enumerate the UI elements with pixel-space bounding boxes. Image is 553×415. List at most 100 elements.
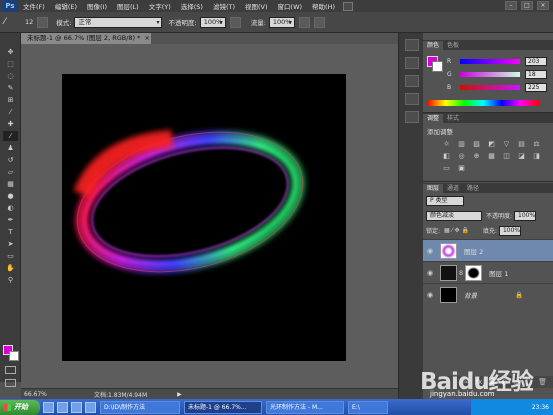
selective-color-icon[interactable]: ▣ <box>457 164 466 172</box>
path-select-tool-icon[interactable]: ➤ <box>3 239 18 249</box>
green-slider[interactable] <box>460 72 520 77</box>
paragraph-panel-icon[interactable] <box>405 111 419 123</box>
tab-styles[interactable]: 样式 <box>443 114 463 123</box>
history-panel-icon[interactable] <box>405 39 419 51</box>
exposure-icon[interactable]: ◩ <box>487 140 496 148</box>
blur-tool-icon[interactable]: ● <box>3 191 18 201</box>
healing-brush-tool-icon[interactable]: ✚ <box>3 119 18 129</box>
brush-panel-icon[interactable] <box>37 16 49 28</box>
add-style-icon[interactable]: fx <box>476 378 483 386</box>
brush-tool-icon[interactable]: ⁄ <box>4 17 15 28</box>
clone-stamp-tool-icon[interactable]: ♟ <box>3 143 18 153</box>
posterize-icon[interactable]: ◪ <box>517 152 526 160</box>
color-balance-icon[interactable]: ⚖ <box>532 140 541 148</box>
photo-filter-icon[interactable]: ◎ <box>457 152 466 160</box>
tab-adjustments[interactable]: 调整 <box>423 114 444 123</box>
shape-tool-icon[interactable]: ▭ <box>3 251 18 261</box>
red-value-input[interactable]: 203 <box>525 57 547 66</box>
blue-slider[interactable] <box>460 85 520 90</box>
invert-icon[interactable]: ◫ <box>502 152 511 160</box>
visibility-eye-icon[interactable]: ◉ <box>427 247 437 255</box>
color-spectrum-bar[interactable] <box>427 100 539 106</box>
opacity-input[interactable]: 100% <box>199 16 226 28</box>
crop-tool-icon[interactable]: ⊞ <box>3 95 18 105</box>
fill-input[interactable]: 100% <box>498 225 521 236</box>
marquee-tool-icon[interactable]: ⬚ <box>3 59 18 69</box>
status-menu-arrow-icon[interactable]: ▶ <box>177 391 182 398</box>
start-button[interactable]: 开始 <box>0 399 40 415</box>
lock-icons[interactable]: ▦ ⁄ ✥ 🔒 <box>444 227 469 234</box>
layer-row-background[interactable]: ◉ 背景 🔒 <box>423 283 553 305</box>
quicklaunch-ie-icon[interactable] <box>43 401 54 413</box>
color-lookup-icon[interactable]: ▦ <box>487 152 496 160</box>
close-button[interactable]: × <box>537 1 549 10</box>
link-layers-icon[interactable]: ∞ <box>464 378 470 386</box>
move-tool-icon[interactable]: ✥ <box>3 47 18 57</box>
mode-select[interactable]: 正常 <box>74 16 163 28</box>
menu-select[interactable]: 选择(S) <box>176 1 208 11</box>
brush-panel-icon[interactable] <box>405 75 419 87</box>
quick-select-tool-icon[interactable]: ✎ <box>3 83 18 93</box>
document-canvas[interactable] <box>62 74 346 361</box>
menu-file[interactable]: 文件(F) <box>18 1 50 11</box>
pressure-size-icon[interactable] <box>313 16 325 28</box>
screen-mode-icon[interactable] <box>5 379 16 387</box>
layer-row-1[interactable]: ◉ 8 图层 1 <box>423 261 553 283</box>
threshold-icon[interactable]: ◨ <box>532 152 541 160</box>
history-brush-tool-icon[interactable]: ↺ <box>3 155 18 165</box>
quick-mask-icon[interactable] <box>5 366 16 374</box>
red-slider[interactable] <box>460 59 520 64</box>
tab-swatches[interactable]: 色板 <box>443 41 463 50</box>
taskbar-item-drive[interactable]: E:\ <box>348 400 388 414</box>
menu-image[interactable]: 图像(I) <box>82 1 112 11</box>
menu-help[interactable]: 帮助(H) <box>307 1 340 11</box>
taskbar-item-folder[interactable]: D:\ID\制作方法 <box>100 400 180 414</box>
brightness-icon[interactable]: ☼ <box>442 140 451 148</box>
blue-value-input[interactable]: 225 <box>525 83 547 92</box>
levels-icon[interactable]: ▥ <box>457 140 466 148</box>
properties-panel-icon[interactable] <box>405 57 419 69</box>
vibrance-icon[interactable]: ▽ <box>502 140 511 148</box>
zoom-level[interactable]: 66.67% <box>24 391 54 398</box>
menu-window[interactable]: 窗口(W) <box>273 1 308 11</box>
green-value-input[interactable]: 18 <box>525 70 547 79</box>
layer-filter-select[interactable]: P 类型 <box>426 195 464 206</box>
maximize-button[interactable]: □ <box>521 1 533 10</box>
quicklaunch-desktop-icon[interactable] <box>57 401 68 413</box>
close-tab-icon[interactable]: × <box>144 34 149 42</box>
add-mask-icon[interactable]: ◙ <box>488 378 495 386</box>
quicklaunch-folder-icon[interactable] <box>85 401 96 413</box>
eyedropper-tool-icon[interactable]: ⁄ <box>3 107 18 117</box>
type-tool-icon[interactable]: T <box>3 227 18 237</box>
flow-input[interactable]: 100% <box>268 16 295 28</box>
clock[interactable]: 23:36 <box>532 404 549 411</box>
tab-layers[interactable]: 图层 <box>423 184 444 193</box>
dodge-tool-icon[interactable]: ◐ <box>3 203 18 213</box>
minimize-button[interactable]: – <box>505 1 517 10</box>
background-color-swatch[interactable] <box>9 351 19 361</box>
channel-mixer-icon[interactable]: ⊕ <box>472 152 481 160</box>
document-tab[interactable]: 未标题-1 @ 66.7% (图层 2, RGB/8) * × <box>21 33 151 44</box>
curves-icon[interactable]: ▨ <box>472 140 481 148</box>
bridge-button[interactable] <box>343 1 353 11</box>
pen-tool-icon[interactable]: ✒ <box>3 215 18 225</box>
new-adjustment-icon[interactable]: ◐ <box>501 378 507 386</box>
character-panel-icon[interactable] <box>405 93 419 105</box>
zoom-tool-icon[interactable]: ⚲ <box>3 275 18 285</box>
menu-filter[interactable]: 滤镜(T) <box>208 1 240 11</box>
airbrush-icon[interactable] <box>298 16 310 28</box>
blend-mode-select[interactable]: 颜色减淡 <box>426 210 482 221</box>
layer-2-name[interactable]: 图层 2 <box>464 246 483 256</box>
pressure-opacity-icon[interactable] <box>229 16 241 28</box>
menu-type[interactable]: 文字(Y) <box>144 1 176 11</box>
menu-view[interactable]: 视图(V) <box>240 1 273 11</box>
menu-edit[interactable]: 编辑(E) <box>50 1 82 11</box>
gradient-map-icon[interactable]: ▭ <box>442 164 451 172</box>
tab-color[interactable]: 颜色 <box>423 41 444 50</box>
visibility-eye-icon[interactable]: ◉ <box>427 269 437 277</box>
taskbar-item-photoshop[interactable]: 未标题-1 @ 66.7%... <box>184 400 262 414</box>
layer-opacity-input[interactable]: 100% <box>514 210 537 221</box>
lasso-tool-icon[interactable]: ◌ <box>3 71 18 81</box>
layer-row-2[interactable]: ◉ 图层 2 <box>423 239 553 261</box>
delete-layer-icon[interactable]: 🗑 <box>538 378 547 386</box>
